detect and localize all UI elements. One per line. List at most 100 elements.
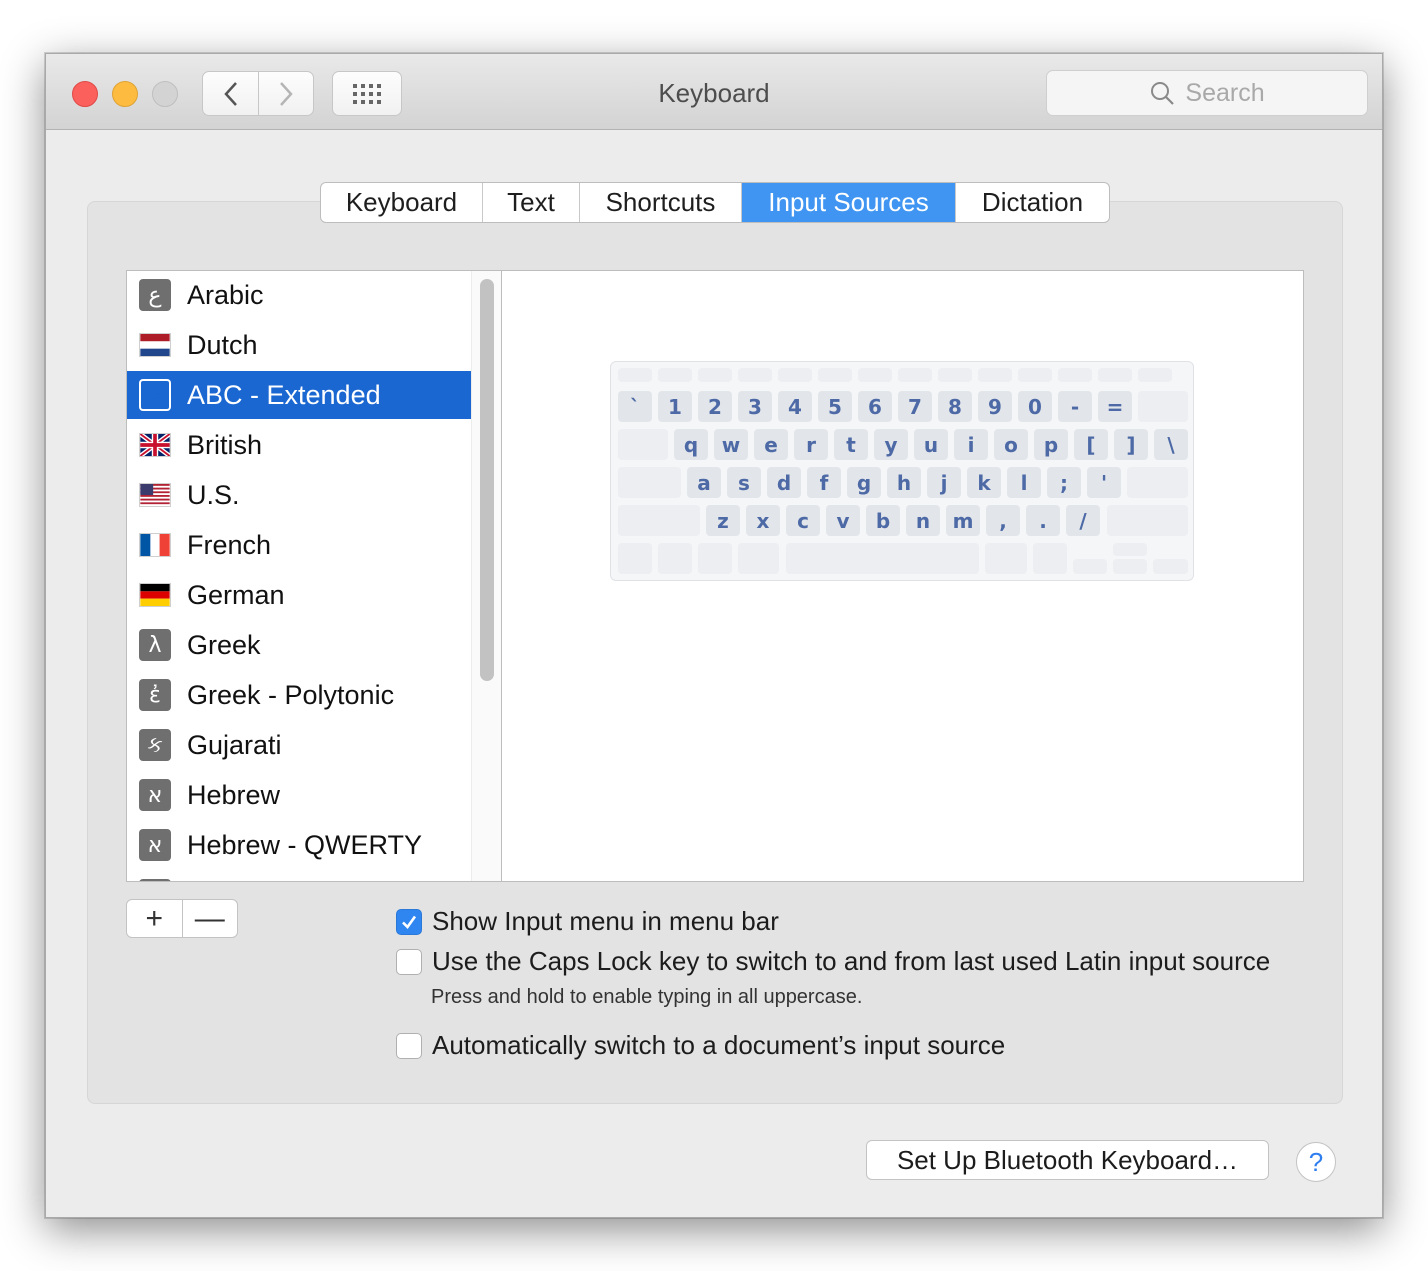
keyboard-key: b	[866, 505, 900, 536]
list-item-hebrew-qwerty[interactable]: א Hebrew - QWERTY	[127, 821, 471, 869]
keyboard-key: l	[1007, 467, 1041, 498]
auto-switch-checkbox[interactable]	[396, 1032, 422, 1059]
list-item-greek-polytonic[interactable]: ἐ Greek - Polytonic	[127, 671, 471, 719]
list-item-hebrew[interactable]: א Hebrew	[127, 771, 471, 819]
keyboard-key: 2	[698, 391, 732, 422]
keyboard-key: 6	[858, 391, 892, 422]
setup-bluetooth-keyboard-button[interactable]: Set Up Bluetooth Keyboard…	[866, 1140, 1269, 1180]
gujarati-letter-icon: ક	[139, 729, 171, 761]
list-scrollbar[interactable]	[471, 271, 501, 881]
keyboard-key: s	[727, 467, 761, 498]
france-flag-icon	[139, 533, 171, 557]
tab-keyboard[interactable]: Keyboard	[321, 183, 483, 222]
abc-letter-icon: A	[139, 379, 171, 411]
keyboard-key: w	[714, 429, 748, 460]
list-item-british[interactable]: British	[127, 421, 471, 469]
scroll-thumb[interactable]	[480, 279, 494, 681]
keyboard-blank-key	[698, 543, 732, 574]
help-button[interactable]: ?	[1296, 1142, 1336, 1182]
add-source-button[interactable]: +	[127, 900, 183, 937]
tab-shortcuts[interactable]: Shortcuts	[580, 183, 742, 222]
keyboard-blank-key	[858, 368, 892, 382]
search-placeholder: Search	[1185, 78, 1265, 107]
list-item-greek[interactable]: λ Greek	[127, 621, 471, 669]
hebrew-letter-icon: א	[139, 779, 171, 811]
keyboard-key: 7	[898, 391, 932, 422]
list-item-label: Hebrew - QWERTY	[187, 829, 423, 860]
keyboard-key: k	[967, 467, 1001, 498]
keyboard-blank-key	[618, 429, 668, 460]
keyboard-blank-key	[618, 505, 700, 536]
keyboard-key: h	[887, 467, 921, 498]
keyboard-blank-key	[1098, 368, 1132, 382]
show-input-menu-checkbox[interactable]	[396, 908, 422, 935]
keyboard-layout-preview: ` 1 2 3 4 5 6 7 8 9 0- = q w e r t y u i o p[] \ a s d f g h j k l; ' z x c…	[610, 361, 1194, 581]
keyboard-key: e	[754, 429, 788, 460]
list-item-label: Greek	[187, 629, 261, 660]
list-item-us[interactable]: U.S.	[127, 471, 471, 519]
greek-polytonic-letter-icon: ἐ	[139, 679, 171, 711]
keyboard-key: j	[927, 467, 961, 498]
list-item-french[interactable]: French	[127, 521, 471, 569]
keyboard-blank-key	[985, 543, 1027, 574]
arabic-letter-icon: ع	[139, 279, 171, 311]
keyboard-preferences-window: Keyboard Search Keyboard Text Shortcuts …	[45, 53, 1383, 1218]
list-item-partial	[127, 871, 471, 881]
keyboard-blank-key	[1018, 368, 1052, 382]
input-source-list[interactable]: ع Arabic Dutch A ABC - Extended British	[126, 270, 502, 882]
keyboard-key: `	[618, 391, 652, 422]
show-input-menu-label: Show Input menu in menu bar	[432, 906, 779, 936]
keyboard-blank-key	[1033, 543, 1067, 574]
tab-bar: Keyboard Text Shortcuts Input Sources Di…	[320, 182, 1110, 223]
caps-lock-switch-option[interactable]: Use the Caps Lock key to switch to and f…	[396, 946, 1270, 977]
keyboard-blank-key	[1127, 467, 1188, 498]
keyboard-blank-key	[938, 368, 972, 382]
list-item-gujarati[interactable]: ક Gujarati	[127, 721, 471, 769]
show-input-menu-option[interactable]: Show Input menu in menu bar	[396, 906, 779, 937]
keyboard-key: d	[767, 467, 801, 498]
keyboard-key: -	[1058, 391, 1092, 422]
caps-lock-switch-checkbox[interactable]	[396, 948, 422, 975]
keyboard-blank-key	[1138, 368, 1172, 382]
keyboard-blank-key	[1113, 559, 1147, 574]
tab-text[interactable]: Text	[483, 183, 580, 222]
caps-lock-switch-label: Use the Caps Lock key to switch to and f…	[432, 946, 1271, 976]
keyboard-blank-key	[1073, 559, 1107, 574]
keyboard-key: ]	[1114, 429, 1148, 460]
list-item-label: Hebrew	[187, 779, 281, 810]
title-bar: Keyboard Search	[46, 54, 1382, 130]
list-item-dutch[interactable]: Dutch	[127, 321, 471, 369]
list-item-label: Greek - Polytonic	[187, 679, 395, 710]
keyboard-key: v	[826, 505, 860, 536]
keyboard-blank-key	[818, 368, 852, 382]
auto-switch-option[interactable]: Automatically switch to a document’s inp…	[396, 1030, 1005, 1061]
auto-switch-label: Automatically switch to a document’s inp…	[432, 1030, 1006, 1060]
tab-input-sources[interactable]: Input Sources	[742, 183, 956, 222]
keyboard-key: t	[834, 429, 868, 460]
keyboard-blank-key	[898, 368, 932, 382]
list-add-remove-control: + —	[126, 899, 238, 938]
keyboard-key: =	[1098, 391, 1132, 422]
list-item-label: French	[187, 529, 272, 560]
list-item-label: ABC - Extended	[187, 379, 381, 410]
keyboard-key: c	[786, 505, 820, 536]
list-item-arabic[interactable]: ع Arabic	[127, 271, 471, 319]
keyboard-blank-key	[1153, 559, 1188, 574]
search-field[interactable]: Search	[1046, 70, 1368, 116]
keyboard-key: 4	[778, 391, 812, 422]
keyboard-key: a	[687, 467, 721, 498]
list-item-abc-extended[interactable]: A ABC - Extended	[127, 371, 471, 419]
keyboard-blank-key	[738, 543, 779, 574]
keyboard-key: /	[1066, 505, 1100, 536]
keyboard-key: z	[706, 505, 740, 536]
keyboard-key: 0	[1018, 391, 1052, 422]
tab-dictation[interactable]: Dictation	[956, 183, 1109, 222]
keyboard-blank-key	[618, 467, 681, 498]
greek-letter-icon: λ	[139, 629, 171, 661]
list-item-label: German	[187, 579, 285, 610]
keyboard-key: x	[746, 505, 780, 536]
keyboard-blank-key	[618, 543, 652, 574]
keyboard-key: r	[794, 429, 828, 460]
list-item-german[interactable]: German	[127, 571, 471, 619]
remove-source-button[interactable]: —	[183, 900, 238, 937]
